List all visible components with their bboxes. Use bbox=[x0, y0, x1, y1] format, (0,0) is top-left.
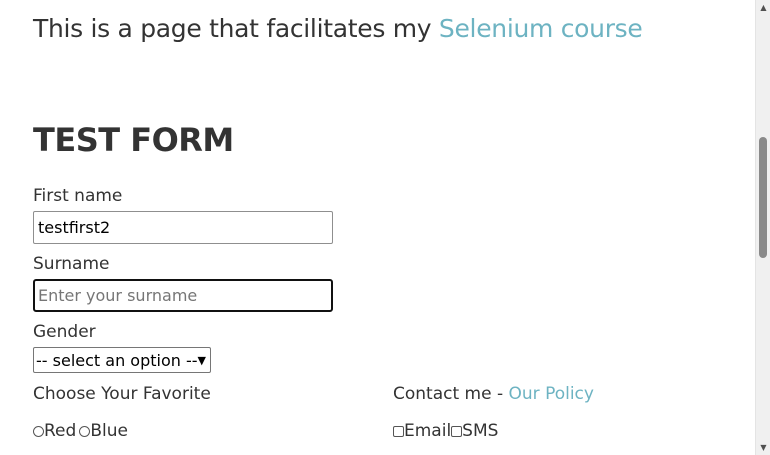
gender-select[interactable]: -- select an option -- ▼ bbox=[33, 347, 211, 373]
checkbox-sms[interactable] bbox=[451, 425, 463, 437]
selenium-course-link[interactable]: Selenium course bbox=[439, 14, 643, 43]
scroll-up-arrow-icon[interactable]: ▲ bbox=[756, 0, 770, 15]
radio-red[interactable] bbox=[33, 425, 44, 437]
checkbox-sms-label: SMS bbox=[462, 421, 499, 441]
checkbox-email[interactable] bbox=[393, 425, 404, 437]
vertical-scrollbar[interactable]: ▲ ▼ bbox=[755, 0, 770, 455]
contact-label: Contact me - Our Policy bbox=[393, 384, 594, 404]
gender-label: Gender bbox=[33, 322, 96, 342]
policy-link[interactable]: Our Policy bbox=[509, 384, 594, 404]
surname-label: Surname bbox=[33, 254, 110, 274]
chevron-down-icon: ▼ bbox=[197, 353, 206, 367]
radio-blue[interactable] bbox=[79, 425, 91, 437]
surname-input[interactable] bbox=[33, 279, 333, 312]
gender-select-value: -- select an option -- bbox=[36, 350, 198, 370]
contact-options: Email SMS bbox=[393, 421, 498, 441]
scrollbar-thumb[interactable] bbox=[759, 137, 767, 258]
page: This is a page that facilitates my Selen… bbox=[0, 0, 755, 455]
form-title: TEST FORM bbox=[33, 121, 234, 159]
first-name-input[interactable] bbox=[33, 211, 333, 244]
favorite-options: Red Blue bbox=[33, 421, 128, 441]
radio-blue-label: Blue bbox=[90, 421, 128, 441]
intro-prefix: This is a page that facilitates my bbox=[33, 14, 439, 43]
checkbox-email-label: Email bbox=[404, 421, 452, 441]
contact-text: Contact me - bbox=[393, 384, 509, 404]
intro-text: This is a page that facilitates my Selen… bbox=[33, 14, 643, 43]
first-name-label: First name bbox=[33, 186, 123, 206]
scroll-down-arrow-icon[interactable]: ▼ bbox=[756, 440, 770, 455]
radio-red-label: Red bbox=[44, 421, 77, 441]
favorite-label: Choose Your Favorite bbox=[33, 384, 211, 404]
